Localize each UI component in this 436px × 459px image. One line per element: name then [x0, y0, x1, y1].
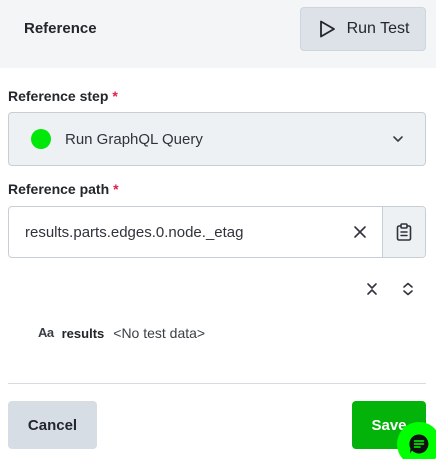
reference-step-select[interactable]: Run GraphQL Query: [8, 112, 426, 166]
run-test-label: Run Test: [346, 20, 410, 37]
result-value: <No test data>: [113, 325, 206, 341]
run-test-button[interactable]: Run Test: [300, 7, 426, 51]
collapse-all-icon: [367, 283, 377, 295]
expand-all-button[interactable]: [398, 279, 418, 299]
reference-path-label: Reference path *: [8, 181, 119, 197]
reference-step-label-text: Reference step: [8, 88, 109, 104]
footer-divider: [8, 383, 426, 384]
panel-header: Reference Run Test: [0, 0, 436, 68]
cancel-button[interactable]: Cancel: [8, 401, 97, 449]
copy-path-button[interactable]: [382, 207, 425, 257]
reference-step-value: Run GraphQL Query: [65, 130, 203, 148]
chat-button[interactable]: [397, 422, 436, 459]
collapse-all-button[interactable]: [362, 279, 382, 299]
required-mark: *: [113, 181, 119, 197]
result-row[interactable]: Aa results <No test data>: [38, 324, 205, 342]
required-mark: *: [112, 88, 118, 104]
clear-path-button[interactable]: [338, 207, 382, 257]
result-key: results: [61, 325, 105, 341]
status-dot: [31, 129, 51, 149]
reference-step-label: Reference step *: [8, 88, 118, 104]
reference-path-field: [8, 206, 426, 258]
chevron-down-icon: [391, 132, 405, 146]
chat-icon: [409, 434, 429, 454]
reference-panel: Reference Run Test Reference step * Run G…: [0, 0, 436, 459]
play-icon: [317, 19, 337, 39]
reference-path-input[interactable]: [9, 207, 338, 257]
expand-all-icon: [403, 282, 413, 296]
panel-title: Reference: [24, 20, 97, 37]
reference-path-label-text: Reference path: [8, 181, 110, 197]
close-icon: [354, 226, 366, 238]
text-type-icon: Aa: [38, 325, 54, 340]
clipboard-icon: [396, 223, 412, 241]
